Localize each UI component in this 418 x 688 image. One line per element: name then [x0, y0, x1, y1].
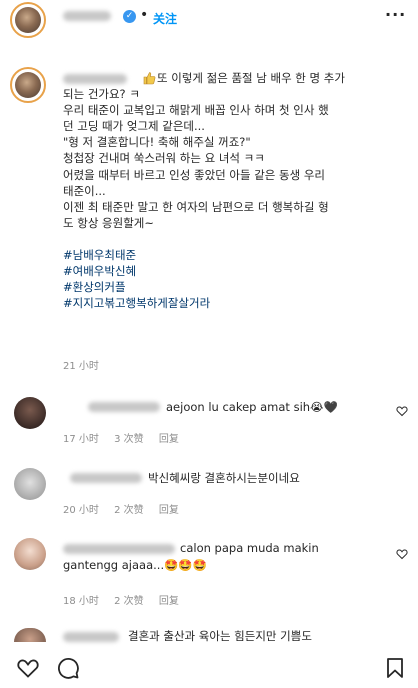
reply-button[interactable]: 回复: [159, 434, 179, 445]
comment-username-blurred[interactable]: [70, 473, 142, 483]
comment-meta: 17 小时 3 次赞 回复: [63, 430, 191, 445]
comment-avatar[interactable]: [14, 397, 46, 429]
comment-text-clip: 결혼과 출산과 육아는 힘든지만 기쁨도: [128, 625, 398, 643]
hashtag-link[interactable]: #환상의커플: [63, 279, 403, 295]
caption-line: 어렸을 때부터 바르고 인성 좋았던 아들 같은 동생 우리: [63, 167, 326, 182]
comment-time: 17 小时: [63, 434, 99, 445]
comment-text: calon papa muda makin: [180, 541, 319, 555]
caption-line: "형 저 결혼합니다! 축해 해주실 꺼죠?": [63, 135, 251, 150]
caption-line: 우리 태준이 교복입고 해맑게 배꼽 인사 하며 첫 인사 했: [63, 103, 329, 118]
comment-likes[interactable]: 3 次赞: [114, 434, 144, 445]
heart-outline-icon[interactable]: [396, 405, 408, 417]
comment-meta: 18 小时 2 次赞 回复: [63, 592, 191, 607]
author-username-blurred[interactable]: [63, 11, 111, 21]
action-bar: [0, 652, 418, 688]
hashtag-link[interactable]: #지지고볶고행복하게잘살거라: [63, 295, 403, 311]
comment-username-blurred[interactable]: [88, 402, 160, 412]
comment-icon[interactable]: [56, 656, 80, 680]
save-icon[interactable]: [383, 656, 407, 680]
comment-meta: 20 小时 2 次赞 回复: [63, 501, 191, 516]
follow-button[interactable]: 关注: [153, 10, 177, 27]
caption-line: 던 고딩 때가 엊그제 같은데...: [63, 119, 205, 134]
caption-line: 도 항상 응원할게~: [63, 215, 155, 230]
like-icon[interactable]: [16, 656, 40, 680]
caption-line: 태준이...: [63, 183, 106, 198]
caption-line: 이젠 최 태준만 말고 한 여자의 남편으로 더 행복하길 형: [63, 199, 329, 214]
comment-text: 박신혜씨랑 결혼하시는분이네요: [148, 471, 300, 485]
post-caption: 또 이렇게 젊은 품절 남 배우 한 명 추가 되는 건가요? ㅋ 우리 태준이…: [63, 70, 403, 311]
comment-avatar[interactable]: [14, 468, 46, 500]
verified-badge-icon: ✓: [123, 10, 136, 23]
post-timestamp: 21 小时: [63, 361, 99, 372]
comment-text: gantengg ajaaa...🤩🤩🤩: [63, 558, 208, 572]
reply-button[interactable]: 回复: [159, 505, 179, 516]
comment-text: 결혼과 출산과 육아는 힘든지만 기쁨도: [128, 629, 312, 643]
comment-likes[interactable]: 2 次赞: [114, 596, 144, 607]
more-options-icon[interactable]: ···: [385, 5, 406, 24]
comment-likes[interactable]: 2 次赞: [114, 505, 144, 516]
heart-outline-icon[interactable]: [396, 548, 408, 560]
hashtag-link[interactable]: #남배우최태준: [63, 247, 403, 263]
caption-line: 되는 건가요? ㅋ: [63, 87, 140, 102]
comment-username-blurred[interactable]: [63, 632, 119, 642]
caption-author-avatar[interactable]: [10, 67, 46, 103]
comment-time: 18 小时: [63, 596, 99, 607]
caption-line: 청첩장 건내며 쑥스러워 하는 요 녀석 ㅋㅋ: [63, 151, 265, 166]
comment-username-blurred[interactable]: [63, 544, 175, 554]
hashtag-link[interactable]: #여배우박신혜: [63, 263, 403, 279]
comment-avatar[interactable]: [14, 538, 46, 570]
comment-avatar[interactable]: [14, 628, 46, 642]
separator-dot: •: [140, 7, 149, 23]
caption-line: 또 이렇게 젊은 품절 남 배우 한 명 추가: [157, 71, 345, 85]
comment-text: aejoon lu cakep amat sih😭🖤: [166, 400, 338, 414]
reply-button[interactable]: 回复: [159, 596, 179, 607]
comment-time: 20 小时: [63, 505, 99, 516]
author-avatar[interactable]: [10, 2, 46, 38]
post-header: ✓ • 关注 ···: [0, 0, 418, 40]
